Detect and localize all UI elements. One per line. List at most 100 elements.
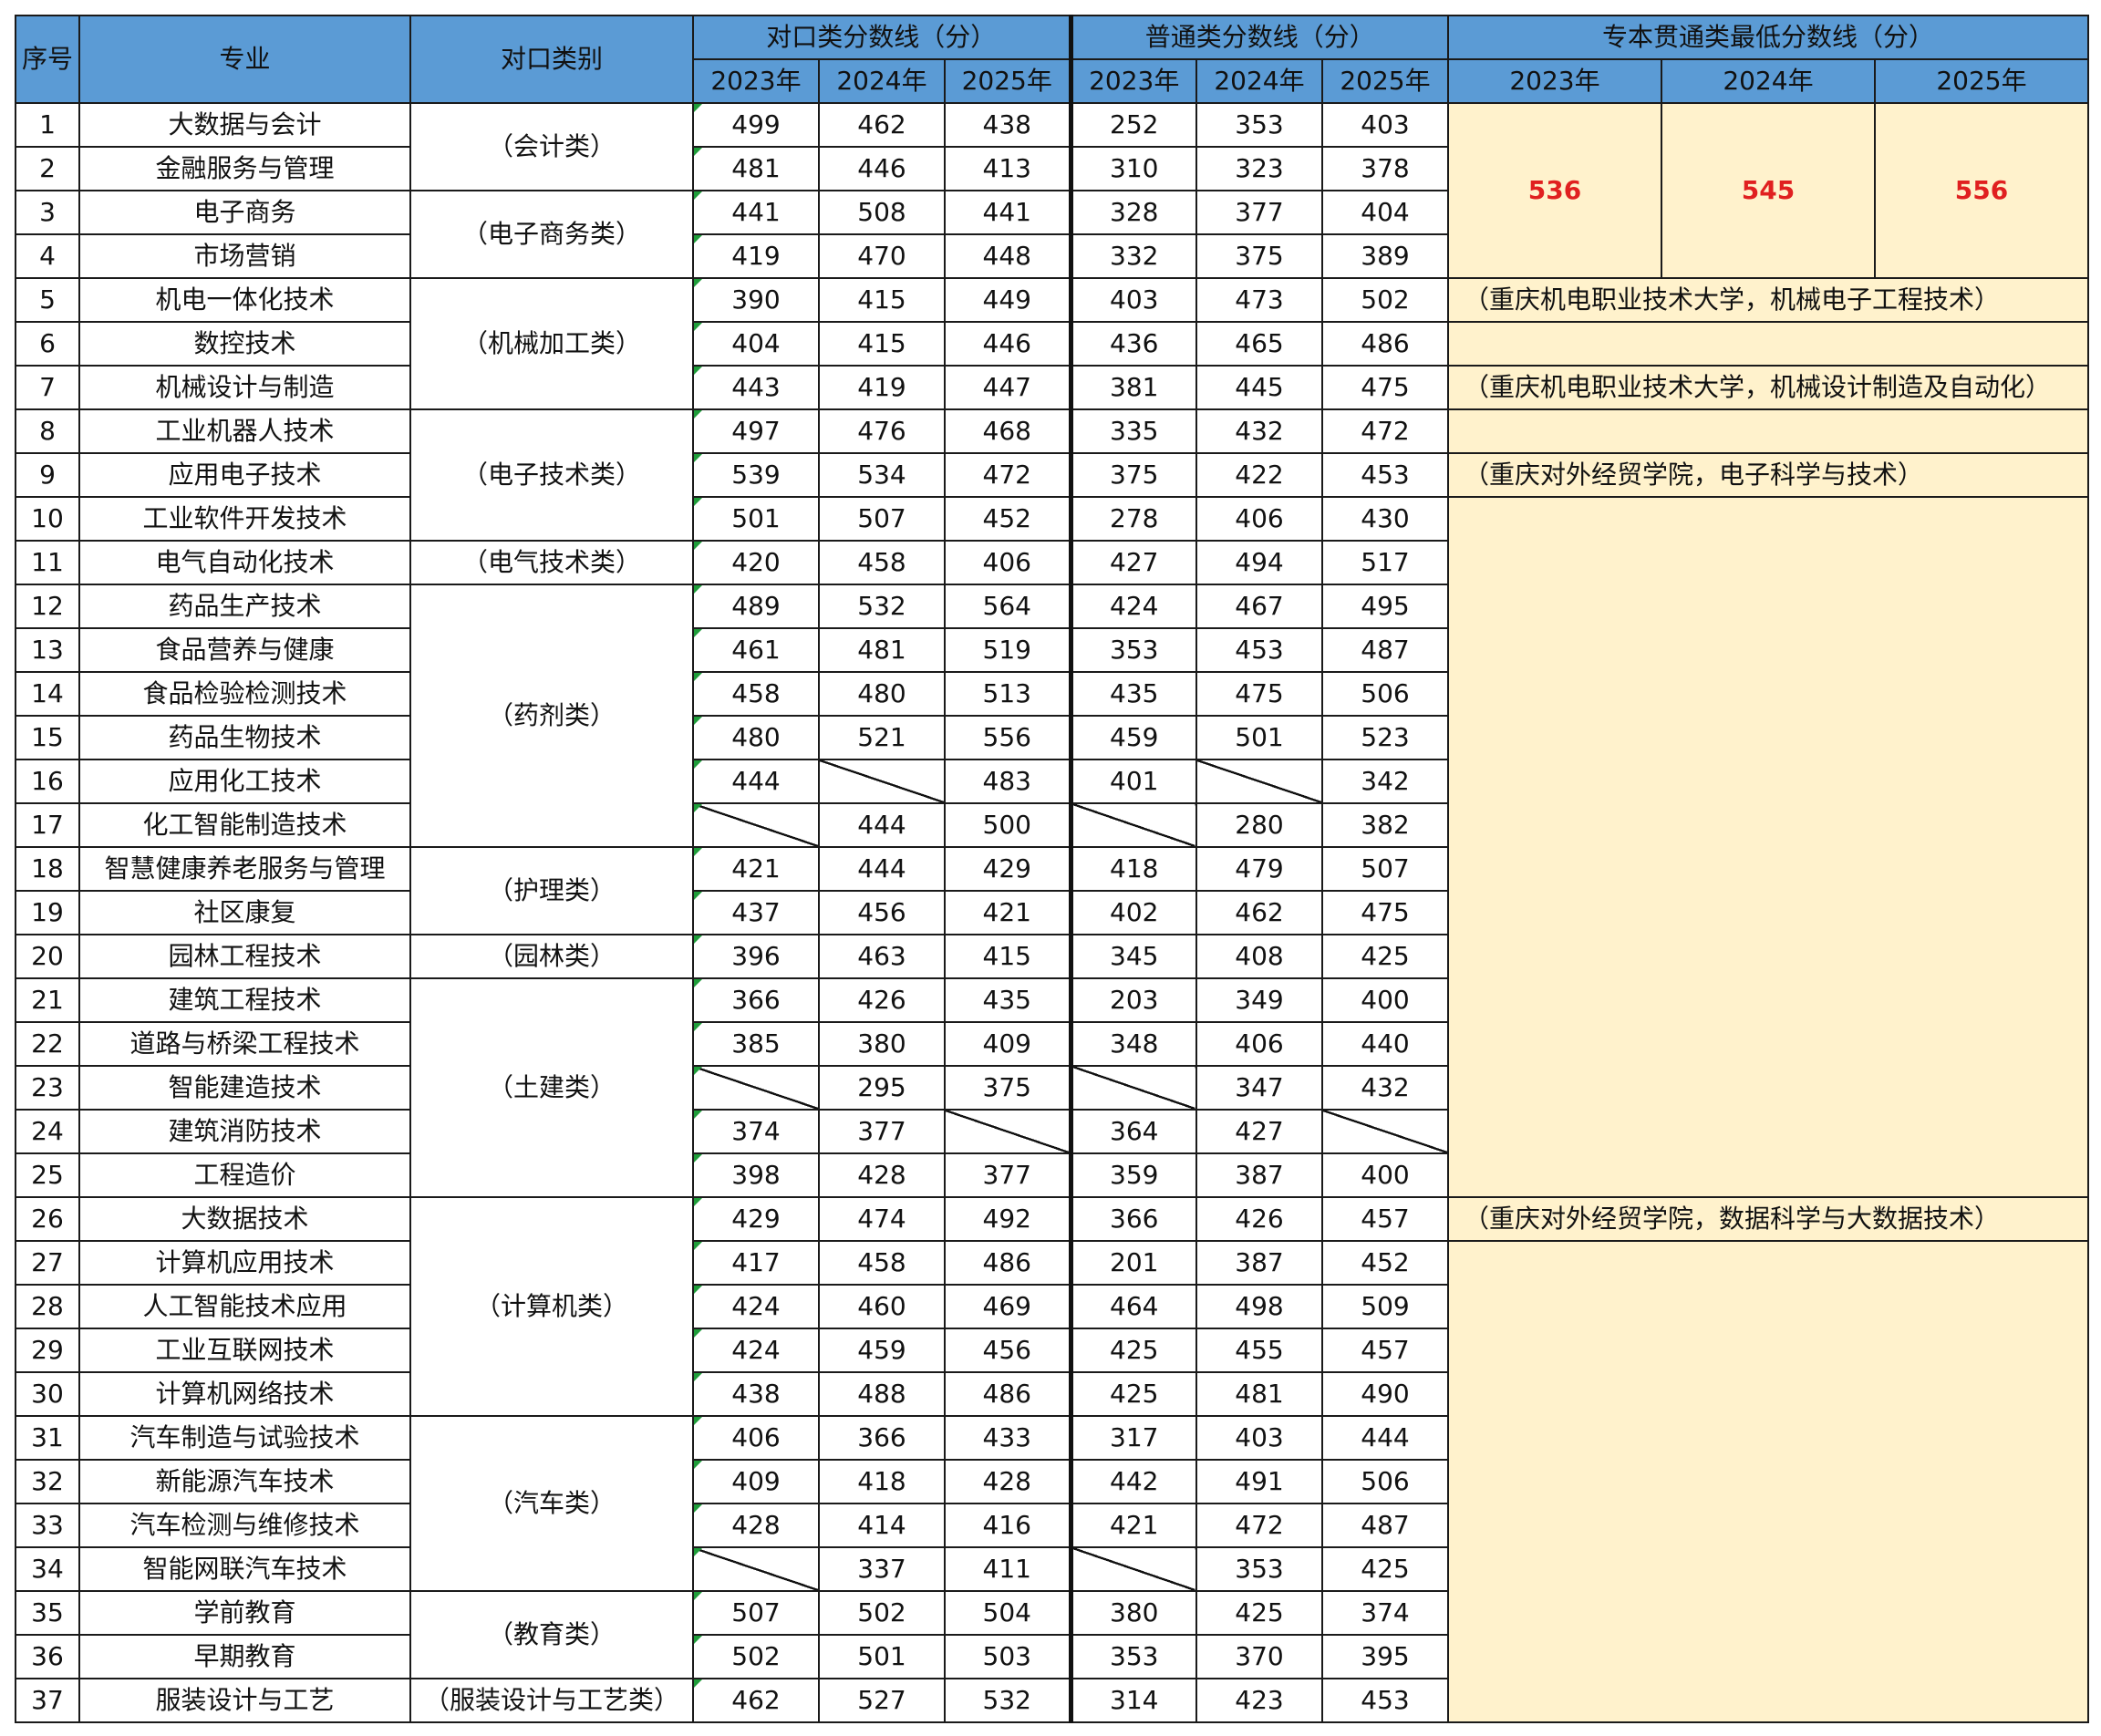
row-number-cell[interactable]: 28 xyxy=(15,1284,80,1329)
score-cell[interactable]: 421 xyxy=(1068,1503,1197,1548)
major-cell[interactable]: 建筑工程技术 xyxy=(78,977,411,1023)
score-cell[interactable]: 353 xyxy=(1068,1634,1197,1679)
score-cell[interactable]: 406 xyxy=(944,540,1071,585)
row-number-cell[interactable]: 6 xyxy=(15,321,80,367)
score-cell[interactable]: 387 xyxy=(1195,1152,1323,1198)
score-cell[interactable]: 415 xyxy=(818,321,946,367)
score-cell[interactable]: 421 xyxy=(692,846,820,892)
score-cell[interactable]: 353 xyxy=(1195,1546,1323,1592)
header-year-cell[interactable]: 2025年 xyxy=(1321,58,1449,104)
major-cell[interactable]: 食品检验检测技术 xyxy=(78,671,411,717)
score-cell[interactable]: 444 xyxy=(692,759,820,804)
row-number-cell[interactable]: 31 xyxy=(15,1415,80,1461)
score-cell[interactable]: 469 xyxy=(944,1284,1071,1329)
row-number-cell[interactable]: 34 xyxy=(15,1546,80,1592)
score-cell[interactable]: 495 xyxy=(1321,584,1449,629)
score-cell[interactable]: 377 xyxy=(1195,190,1323,235)
header-category[interactable]: 对口类别 xyxy=(409,15,694,104)
score-cell[interactable]: 517 xyxy=(1321,540,1449,585)
score-cell[interactable]: 492 xyxy=(944,1196,1071,1242)
score-cell[interactable]: 427 xyxy=(1195,1109,1323,1154)
major-cell[interactable]: 电子商务 xyxy=(78,190,411,235)
score-cell[interactable]: 446 xyxy=(818,146,946,191)
score-cell[interactable]: 500 xyxy=(944,802,1071,848)
score-cell[interactable]: 398 xyxy=(692,1152,820,1198)
score-cell[interactable]: 428 xyxy=(944,1459,1071,1504)
major-cell[interactable]: 智慧健康养老服务与管理 xyxy=(78,846,411,892)
score-cell[interactable]: 453 xyxy=(1195,627,1323,673)
score-cell[interactable]: 411 xyxy=(944,1546,1071,1592)
row-number-cell[interactable]: 5 xyxy=(15,277,80,323)
score-cell[interactable]: 506 xyxy=(1321,1459,1449,1504)
row-number-cell[interactable]: 1 xyxy=(15,102,80,148)
score-cell[interactable]: 534 xyxy=(818,452,946,498)
score-cell[interactable]: 452 xyxy=(944,496,1071,542)
zhuanben-note-cell[interactable]: （重庆对外经贸学院，数据科学与大数据技术） xyxy=(1447,1196,2089,1242)
major-cell[interactable]: 智能建造技术 xyxy=(78,1065,411,1111)
score-cell[interactable]: 403 xyxy=(1195,1415,1323,1461)
category-cell[interactable]: （护理类） xyxy=(409,846,694,935)
score-cell[interactable]: 519 xyxy=(944,627,1071,673)
score-cell[interactable]: 421 xyxy=(944,890,1071,935)
score-cell[interactable]: 430 xyxy=(1321,496,1449,542)
score-cell[interactable]: 441 xyxy=(692,190,820,235)
score-cell[interactable]: 280 xyxy=(1195,802,1323,848)
score-cell[interactable]: 295 xyxy=(818,1065,946,1111)
zhuanben-note-cell[interactable]: （重庆机电职业技术大学，机械电子工程技术） xyxy=(1447,277,2089,323)
major-cell[interactable]: 新能源汽车技术 xyxy=(78,1459,411,1504)
score-cell[interactable]: 348 xyxy=(1068,1021,1197,1067)
score-cell[interactable]: 464 xyxy=(1068,1284,1197,1329)
score-cell[interactable]: 425 xyxy=(1068,1371,1197,1417)
major-cell[interactable]: 食品营养与健康 xyxy=(78,627,411,673)
score-cell[interactable]: 499 xyxy=(692,102,820,148)
category-cell[interactable]: （汽车类） xyxy=(409,1415,694,1592)
score-cell[interactable]: 337 xyxy=(818,1546,946,1592)
header-major[interactable]: 专业 xyxy=(78,15,411,104)
zhuanben-score-cell[interactable]: 556 xyxy=(1874,102,2089,279)
score-cell[interactable]: 353 xyxy=(1195,102,1323,148)
score-cell[interactable]: 483 xyxy=(944,759,1071,804)
zhuanben-score-cell[interactable]: 545 xyxy=(1661,102,1876,279)
score-cell[interactable]: 425 xyxy=(1321,1546,1449,1592)
score-cell[interactable]: 359 xyxy=(1068,1152,1197,1198)
score-cell[interactable]: 435 xyxy=(1068,671,1197,717)
row-number-cell[interactable]: 24 xyxy=(15,1109,80,1154)
score-cell[interactable]: 428 xyxy=(692,1503,820,1548)
score-cell[interactable]: 475 xyxy=(1321,365,1449,410)
score-cell[interactable]: 413 xyxy=(944,146,1071,191)
score-cell[interactable]: 419 xyxy=(692,233,820,279)
header-seq[interactable]: 序号 xyxy=(15,15,80,104)
zhuanben-empty-cell[interactable] xyxy=(1447,1240,2089,1723)
score-cell[interactable]: 459 xyxy=(1068,715,1197,760)
score-cell[interactable]: 347 xyxy=(1195,1065,1323,1111)
score-cell[interactable]: 429 xyxy=(692,1196,820,1242)
zhuanben-note-cell[interactable]: （重庆机电职业技术大学，机械设计制造及自动化） xyxy=(1447,365,2089,410)
score-cell[interactable]: 463 xyxy=(818,934,946,979)
score-cell[interactable]: 332 xyxy=(1068,233,1197,279)
score-cell[interactable]: 488 xyxy=(818,1371,946,1417)
score-cell[interactable]: 433 xyxy=(944,1415,1071,1461)
score-cell[interactable]: 472 xyxy=(1321,408,1449,454)
score-cell[interactable]: 370 xyxy=(1195,1634,1323,1679)
score-cell[interactable]: 475 xyxy=(1321,890,1449,935)
major-cell[interactable]: 工业互联网技术 xyxy=(78,1328,411,1373)
score-cell[interactable]: 487 xyxy=(1321,1503,1449,1548)
header-year-cell[interactable]: 2024年 xyxy=(818,58,946,104)
category-cell[interactable]: （会计类） xyxy=(409,102,694,191)
score-cell[interactable]: 418 xyxy=(818,1459,946,1504)
score-cell[interactable]: 419 xyxy=(818,365,946,410)
score-cell[interactable]: 501 xyxy=(1195,715,1323,760)
row-number-cell[interactable]: 8 xyxy=(15,408,80,454)
score-cell[interactable]: 479 xyxy=(1195,846,1323,892)
category-cell[interactable]: （计算机类） xyxy=(409,1196,694,1417)
score-cell[interactable]: 481 xyxy=(1195,1371,1323,1417)
score-cell[interactable]: 428 xyxy=(818,1152,946,1198)
major-cell[interactable]: 人工智能技术应用 xyxy=(78,1284,411,1329)
header-year-cell[interactable]: 2024年 xyxy=(1195,58,1323,104)
no-data-cell[interactable] xyxy=(1321,1109,1449,1154)
zhuanben-empty-cell[interactable] xyxy=(1447,496,2089,1198)
score-cell[interactable]: 345 xyxy=(1068,934,1197,979)
score-cell[interactable]: 539 xyxy=(692,452,820,498)
major-cell[interactable]: 大数据与会计 xyxy=(78,102,411,148)
score-cell[interactable]: 364 xyxy=(1068,1109,1197,1154)
